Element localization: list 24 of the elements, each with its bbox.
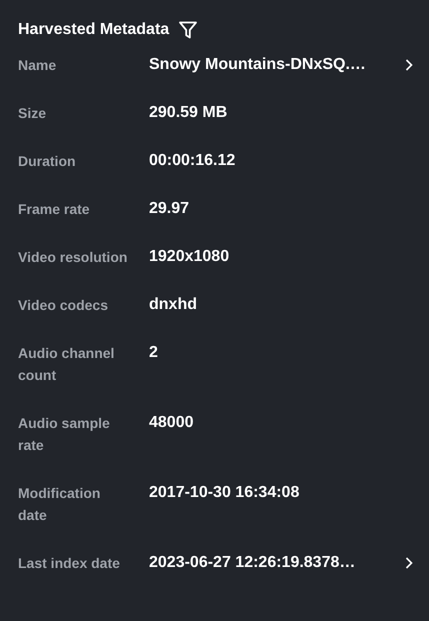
field-value: 00:00:16.12 bbox=[149, 151, 236, 171]
field-value: 2017-10-30 16:34:08 bbox=[149, 483, 300, 503]
panel-title: Harvested Metadata bbox=[18, 20, 170, 40]
field-value: Snowy Mountains-DNxSQ.… bbox=[149, 55, 367, 75]
chevron-right-icon[interactable] bbox=[405, 557, 413, 569]
field-value: 2023-06-27 12:26:19.8378… bbox=[149, 553, 356, 573]
field-label: Audio channel count bbox=[18, 344, 116, 385]
field-value: 29.97 bbox=[149, 199, 190, 219]
field-label: Duration bbox=[18, 152, 77, 171]
field-value: 48000 bbox=[149, 413, 194, 433]
field-label: Modification date bbox=[18, 484, 102, 525]
chevron-right-icon[interactable] bbox=[405, 59, 413, 71]
field-label: Last index date bbox=[18, 554, 121, 573]
field-value: dnxhd bbox=[149, 295, 198, 315]
field-label: Name bbox=[18, 56, 58, 75]
field-value: 2 bbox=[149, 343, 159, 363]
field-value: 1920x1080 bbox=[149, 247, 230, 267]
field-label: Video codecs bbox=[18, 296, 110, 315]
field-label: Video resolution bbox=[18, 248, 128, 267]
field-label: Frame rate bbox=[18, 200, 91, 219]
field-value: 290.59 MB bbox=[149, 103, 228, 123]
filter-icon[interactable] bbox=[178, 20, 198, 40]
field-label: Size bbox=[18, 104, 48, 123]
field-label: Audio sample rate bbox=[18, 414, 111, 455]
